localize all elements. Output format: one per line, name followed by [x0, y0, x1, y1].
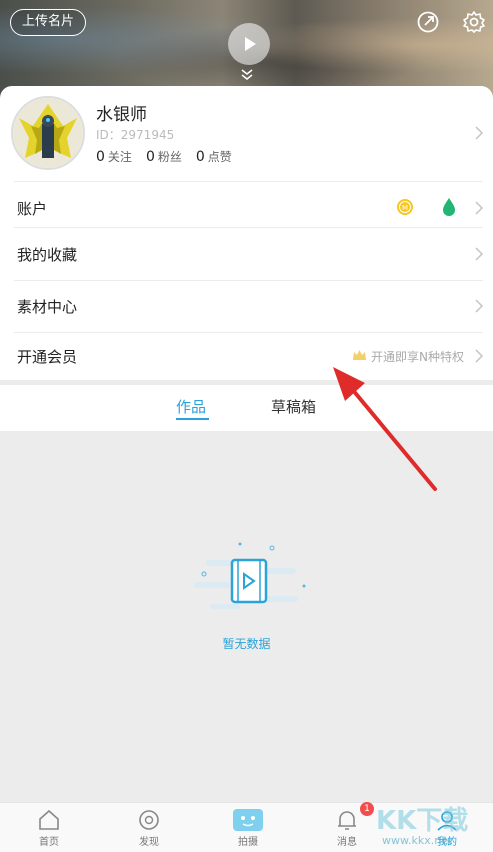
stat-following[interactable]: 0 关注	[96, 148, 132, 165]
profile-card: 水银师 ID：2971945 0 关注 0 粉丝 0 点赞 账户 M 我的收藏 素材中…	[0, 86, 493, 380]
watermark-logo: KK下载 www.kkx.net	[372, 800, 492, 852]
nav-shoot[interactable]: 拍摄	[218, 809, 278, 848]
crown-icon	[353, 350, 366, 360]
settings-gear-icon[interactable]	[462, 10, 486, 34]
avatar-image	[13, 98, 83, 168]
chevron-right-icon	[475, 201, 484, 215]
compass-icon	[139, 810, 159, 830]
vip-hint: 开通即享N种特权	[371, 350, 464, 364]
home-icon	[39, 809, 59, 830]
camera-face-icon	[233, 809, 263, 831]
tab-drafts[interactable]: 草稿箱	[271, 396, 316, 417]
chevron-right-icon	[475, 247, 484, 261]
share-icon[interactable]	[416, 10, 440, 34]
profile-stats: 0 关注 0 粉丝 0 点赞	[96, 148, 232, 165]
stat-likes[interactable]: 0 点赞	[196, 148, 232, 165]
water-drop-icon	[443, 198, 455, 216]
upload-card-button[interactable]: 上传名片	[10, 9, 87, 36]
chevron-right-icon[interactable]	[474, 125, 484, 141]
menu-row-favorites[interactable]: 我的收藏	[0, 228, 493, 280]
double-chevron-down-icon[interactable]	[240, 68, 254, 82]
menu-row-materials[interactable]: 素材中心	[0, 280, 493, 332]
menu-label-favorites: 我的收藏	[17, 246, 78, 264]
nav-discover[interactable]: 发现	[119, 809, 179, 848]
empty-video-illustration-icon	[194, 542, 306, 609]
menu-label-account: 账户	[17, 200, 48, 218]
profile-banner: 上传名片	[0, 0, 493, 100]
empty-state-text: 暂无数据	[222, 637, 271, 651]
nav-home[interactable]: 首页	[19, 809, 79, 848]
coin-icon: M	[397, 199, 413, 215]
menu-label-materials: 素材中心	[17, 298, 78, 316]
active-tab-underline	[176, 418, 209, 420]
username: 水银师	[96, 105, 147, 125]
menu-label-vip: 开通会员	[17, 348, 78, 366]
red-arrow-annotation-icon	[333, 367, 437, 491]
avatar[interactable]	[11, 96, 85, 170]
watermark-url: www.kkx.net	[382, 834, 453, 847]
user-id: ID：2971945	[96, 128, 175, 142]
chevron-right-icon	[475, 349, 484, 363]
watermark-brand: KK下载	[376, 806, 469, 836]
bell-icon	[338, 811, 356, 830]
chevron-right-icon	[475, 299, 484, 313]
stat-fans[interactable]: 0 粉丝	[146, 148, 182, 165]
svg-text:M: M	[402, 204, 408, 212]
play-video-button[interactable]	[228, 23, 270, 65]
tab-works[interactable]: 作品	[176, 396, 206, 417]
